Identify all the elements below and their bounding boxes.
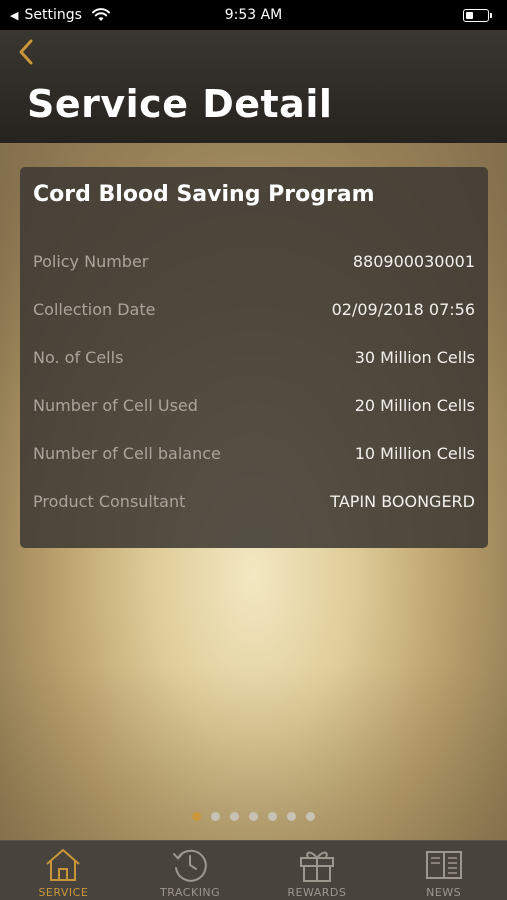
tab-label: TRACKING <box>160 886 221 899</box>
detail-row-collection-date: Collection Date 02/09/2018 07:56 <box>33 297 475 321</box>
home-icon <box>46 849 81 881</box>
back-button[interactable] <box>12 36 40 68</box>
clock-icon <box>173 849 207 882</box>
row-label: No. of Cells <box>33 347 124 367</box>
row-label: Number of Cell balance <box>33 443 221 463</box>
tab-label: SERVICE <box>38 886 89 899</box>
chevron-left-icon <box>19 39 33 65</box>
detail-row-no-of-cells: No. of Cells 30 Million Cells <box>33 345 475 369</box>
back-app-label: Settings <box>24 7 82 23</box>
tab-bar: SERVICE TRACKING REWARDS NEWS <box>0 840 507 900</box>
back-to-app-icon: ◀ <box>10 8 19 22</box>
row-value: 20 Million Cells <box>354 395 475 415</box>
row-value: 880900030001 <box>352 251 475 271</box>
row-label: Collection Date <box>33 299 156 319</box>
detail-row-cell-balance: Number of Cell balance 10 Million Cells <box>33 441 475 465</box>
card-title: Cord Blood Saving Program <box>33 182 375 207</box>
row-label: Policy Number <box>33 251 149 271</box>
page-dot-active[interactable] <box>192 812 201 821</box>
row-value: 02/09/2018 07:56 <box>331 299 475 319</box>
row-label: Number of Cell Used <box>33 395 198 415</box>
page-dot[interactable] <box>268 812 277 821</box>
page-indicator[interactable] <box>0 812 507 821</box>
page-dot[interactable] <box>287 812 296 821</box>
tab-label: REWARDS <box>287 886 347 899</box>
content-area[interactable]: Cord Blood Saving Program Policy Number … <box>0 143 507 840</box>
newspaper-icon <box>425 851 462 879</box>
battery-icon <box>463 8 492 22</box>
page-title: Service Detail <box>27 82 333 126</box>
header: Service Detail <box>0 30 507 143</box>
tab-service[interactable]: SERVICE <box>0 841 127 900</box>
status-left[interactable]: ◀ Settings <box>10 7 110 23</box>
gift-icon <box>299 851 334 882</box>
tab-news[interactable]: NEWS <box>380 841 507 900</box>
wifi-icon <box>91 8 110 21</box>
detail-row-policy-number: Policy Number 880900030001 <box>33 249 475 273</box>
detail-row-product-consultant: Product Consultant TAPIN BOONGERD <box>33 489 475 513</box>
status-bar: ◀ Settings 9:53 AM <box>0 0 507 30</box>
tab-label: NEWS <box>426 886 462 899</box>
service-card: Cord Blood Saving Program Policy Number … <box>20 167 488 548</box>
row-label: Product Consultant <box>33 491 186 511</box>
page-dot[interactable] <box>230 812 239 821</box>
tab-rewards[interactable]: REWARDS <box>254 841 381 900</box>
tab-tracking[interactable]: TRACKING <box>127 841 254 900</box>
row-value: 30 Million Cells <box>354 347 475 367</box>
page-dot[interactable] <box>306 812 315 821</box>
row-value: TAPIN BOONGERD <box>330 491 475 511</box>
detail-row-cells-used: Number of Cell Used 20 Million Cells <box>33 393 475 417</box>
page-dot[interactable] <box>211 812 220 821</box>
row-value: 10 Million Cells <box>354 443 475 463</box>
page-dot[interactable] <box>249 812 258 821</box>
